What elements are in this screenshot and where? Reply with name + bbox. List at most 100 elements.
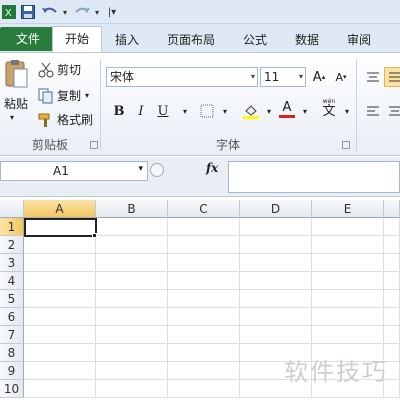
font-size-combo[interactable]: 11 ▾ <box>260 67 306 87</box>
column-header-f[interactable] <box>384 200 400 218</box>
save-icon[interactable] <box>20 3 36 21</box>
increase-font-icon[interactable]: A ▴ <box>308 67 330 87</box>
column-header-c[interactable]: C <box>168 200 240 218</box>
row-header[interactable]: 8 <box>0 344 24 362</box>
row-header[interactable]: 10 <box>0 380 24 398</box>
paste-icon[interactable] <box>2 59 30 89</box>
cell[interactable] <box>96 380 168 398</box>
align-center-icon[interactable] <box>384 101 400 121</box>
cell[interactable] <box>24 290 96 308</box>
cell[interactable] <box>168 254 240 272</box>
name-box-dropdown-icon[interactable]: ▾ <box>138 164 143 174</box>
name-box[interactable]: A1 ▾ <box>0 161 148 181</box>
cell[interactable] <box>96 344 168 362</box>
cell[interactable] <box>168 380 240 398</box>
cell[interactable] <box>240 326 312 344</box>
cell[interactable] <box>24 308 96 326</box>
cell[interactable] <box>240 254 312 272</box>
insert-function-icon[interactable]: fx <box>206 161 218 175</box>
bold-button[interactable]: B <box>108 101 130 121</box>
row-header[interactable]: 9 <box>0 362 24 380</box>
formula-bar-resize-icon[interactable] <box>150 163 164 177</box>
column-header-d[interactable]: D <box>240 200 312 218</box>
clipboard-launcher-icon[interactable] <box>90 141 98 149</box>
font-launcher-icon[interactable] <box>342 141 350 149</box>
column-header-a[interactable]: A <box>24 200 96 218</box>
cell[interactable] <box>96 272 168 290</box>
cell[interactable] <box>240 290 312 308</box>
tab-formulas[interactable]: 公式 <box>234 28 276 52</box>
cell[interactable] <box>96 362 168 380</box>
row-header[interactable]: 1 <box>0 218 24 236</box>
cell[interactable] <box>96 254 168 272</box>
cell[interactable] <box>384 218 400 236</box>
row-header[interactable]: 3 <box>0 254 24 272</box>
cut-button[interactable]: 剪切 <box>38 61 81 78</box>
cell[interactable] <box>168 308 240 326</box>
align-left-icon[interactable] <box>362 101 384 121</box>
fill-handle[interactable] <box>92 233 97 238</box>
underline-dropdown-icon[interactable]: ▾ <box>174 101 196 121</box>
select-all-corner[interactable] <box>0 200 24 218</box>
cell[interactable] <box>24 236 96 254</box>
redo-icon[interactable] <box>72 3 92 21</box>
cell[interactable] <box>96 218 168 236</box>
underline-button[interactable]: U <box>152 101 174 121</box>
cell[interactable] <box>24 362 96 380</box>
customize-icon[interactable]: |▾ <box>106 3 118 21</box>
cell[interactable] <box>240 308 312 326</box>
font-size-dropdown-icon[interactable]: ▾ <box>299 68 303 86</box>
italic-button[interactable]: I <box>130 101 152 121</box>
cell[interactable] <box>96 290 168 308</box>
cell[interactable] <box>240 272 312 290</box>
redo-dropdown-icon[interactable]: ▾ <box>92 3 102 21</box>
row-header[interactable]: 6 <box>0 308 24 326</box>
cell[interactable] <box>24 344 96 362</box>
undo-dropdown-icon[interactable]: ▾ <box>60 3 70 21</box>
row-header[interactable]: 5 <box>0 290 24 308</box>
tab-file[interactable]: 文件 <box>0 27 56 51</box>
cell[interactable] <box>312 290 384 308</box>
cell[interactable] <box>24 272 96 290</box>
cell[interactable] <box>24 254 96 272</box>
cell[interactable] <box>384 308 400 326</box>
font-name-dropdown-icon[interactable]: ▾ <box>251 68 255 86</box>
active-cell-a1[interactable] <box>24 218 97 237</box>
cell[interactable] <box>384 236 400 254</box>
undo-icon[interactable] <box>40 3 60 21</box>
cell[interactable] <box>384 254 400 272</box>
copy-button[interactable]: 复制 ▾ <box>38 87 89 104</box>
cell[interactable] <box>240 236 312 254</box>
decrease-font-icon[interactable]: A ▾ <box>330 67 352 87</box>
tab-review[interactable]: 审阅 <box>338 28 380 52</box>
cell[interactable] <box>312 218 384 236</box>
cell[interactable] <box>168 290 240 308</box>
tab-page-layout[interactable]: 页面布局 <box>158 28 224 52</box>
copy-dropdown-icon[interactable]: ▾ <box>85 91 89 100</box>
font-name-combo[interactable]: 宋体 ▾ <box>106 67 258 87</box>
cell[interactable] <box>312 236 384 254</box>
excel-logo-icon[interactable]: X <box>2 3 16 21</box>
cell[interactable] <box>240 218 312 236</box>
cell[interactable] <box>384 272 400 290</box>
cell[interactable] <box>168 272 240 290</box>
border-dropdown-icon[interactable]: ▾ <box>214 101 236 121</box>
align-top-icon[interactable] <box>362 67 384 87</box>
row-header[interactable]: 2 <box>0 236 24 254</box>
formula-input[interactable] <box>228 161 400 193</box>
cell[interactable] <box>168 362 240 380</box>
cell[interactable] <box>96 326 168 344</box>
cell[interactable] <box>312 254 384 272</box>
font-color-dropdown-icon[interactable]: ▾ <box>294 101 316 121</box>
cell[interactable] <box>24 326 96 344</box>
phonetic-dropdown-icon[interactable]: ▾ <box>336 101 358 121</box>
column-header-b[interactable]: B <box>96 200 168 218</box>
cell[interactable] <box>168 326 240 344</box>
cell[interactable] <box>312 272 384 290</box>
paste-button[interactable]: 粘贴 <box>2 95 30 112</box>
row-header[interactable]: 4 <box>0 272 24 290</box>
row-header[interactable]: 7 <box>0 326 24 344</box>
cell[interactable] <box>168 218 240 236</box>
cell[interactable] <box>384 326 400 344</box>
tab-insert[interactable]: 插入 <box>106 28 148 52</box>
